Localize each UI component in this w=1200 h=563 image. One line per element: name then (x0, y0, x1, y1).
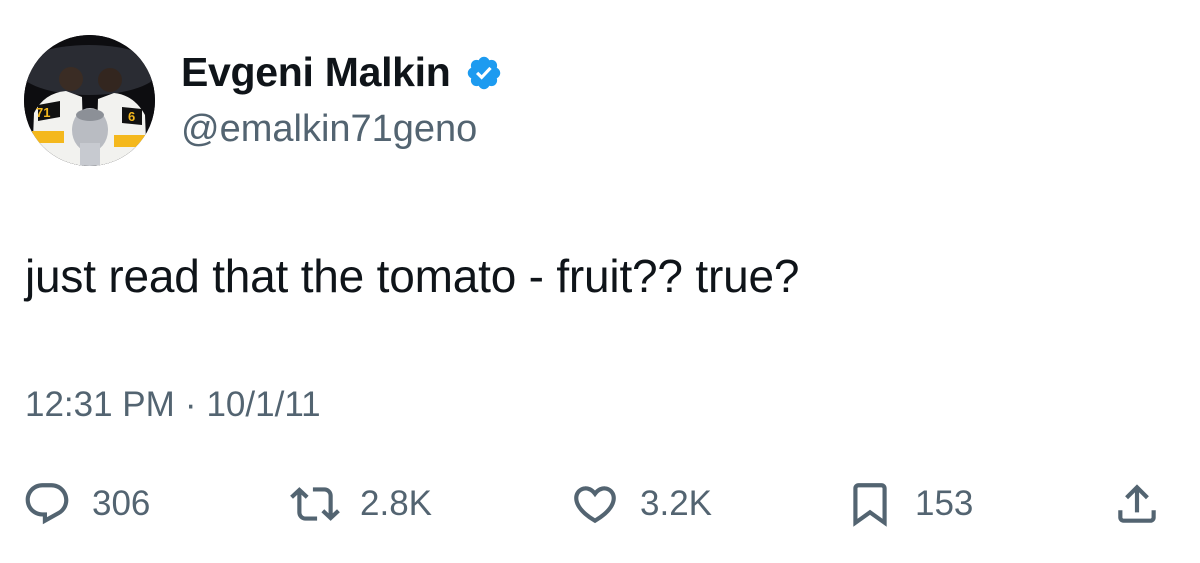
tweet-time: 12:31 PM (25, 385, 175, 424)
bookmark-icon (845, 479, 895, 529)
share-button[interactable] (1112, 474, 1162, 534)
verified-badge-icon[interactable] (465, 54, 503, 92)
like-count: 3.2K (640, 484, 712, 523)
avatar-image: 71 6 (24, 35, 155, 166)
retweet-icon (290, 479, 340, 529)
bookmark-count: 153 (915, 484, 974, 523)
display-name[interactable]: Evgeni Malkin (181, 52, 451, 93)
reply-count: 306 (92, 484, 151, 523)
retweet-count: 2.8K (360, 484, 432, 523)
heart-icon (570, 479, 620, 529)
bookmark-button[interactable]: 153 (845, 474, 973, 534)
avatar[interactable]: 71 6 (24, 35, 155, 166)
tweet-card: 71 6 Evgeni Malkin @emalkin71geno just r… (0, 0, 1200, 563)
user-handle[interactable]: @emalkin71geno (181, 110, 477, 148)
reply-button[interactable]: 306 (22, 474, 150, 534)
action-bar: 306 2.8K 3.2K 153 (0, 474, 1200, 534)
reply-icon (22, 479, 72, 529)
retweet-button[interactable]: 2.8K (290, 474, 432, 534)
like-button[interactable]: 3.2K (570, 474, 712, 534)
share-icon (1112, 479, 1162, 529)
tweet-timestamp[interactable]: 12:31 PM · 10/1/11 (25, 387, 321, 422)
tweet-text: just read that the tomato - fruit?? true… (25, 250, 800, 302)
tweet-date: 10/1/11 (206, 385, 321, 424)
name-row: Evgeni Malkin (181, 52, 503, 93)
svg-text:71: 71 (36, 105, 50, 120)
meta-separator: · (184, 385, 197, 424)
svg-text:6: 6 (128, 109, 135, 124)
